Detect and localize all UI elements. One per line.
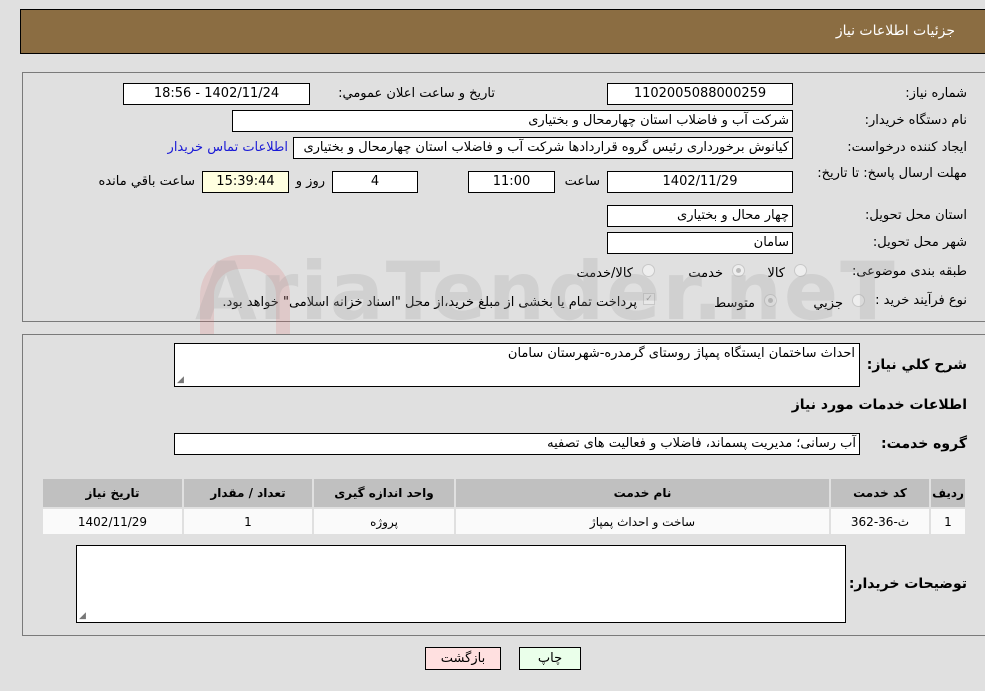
need-info-panel: شماره نیاز: 1102005088000259 تاریخ و ساع… <box>22 72 985 322</box>
col-row-number: ردیف <box>929 477 967 509</box>
category-option-service: خدمت <box>688 266 723 281</box>
remaining-label: ساعت باقي مانده <box>98 174 195 189</box>
purchase-radio-medium[interactable] <box>764 294 777 307</box>
cell-service-code: ث-36-362 <box>829 507 931 536</box>
description-text: احداث ساختمان ایستگاه پمپاژ روستای گرمدر… <box>507 346 855 361</box>
page-header: جزئیات اطلاعات نیاز <box>20 9 985 54</box>
resize-handle-icon[interactable]: ◢ <box>79 611 86 621</box>
services-title: اطلاعات خدمات مورد نیاز <box>791 397 967 413</box>
table-row: 1 ث-36-362 ساخت و احداث پمپاژ پروژه 1 14… <box>41 507 967 536</box>
resize-handle-icon[interactable]: ◢ <box>177 375 184 385</box>
buyer-notes-textarea[interactable]: ◢ <box>76 545 846 623</box>
category-label: طبقه بندی موضوعی: <box>851 264 967 279</box>
purchase-type-label: نوع فرآیند خرید : <box>875 293 967 308</box>
need-details-panel: شرح کلي نياز: احداث ساختمان ایستگاه پمپا… <box>22 334 985 636</box>
print-button[interactable]: چاپ <box>519 647 581 670</box>
category-option-goods: کالا <box>767 266 785 281</box>
description-textarea[interactable]: احداث ساختمان ایستگاه پمپاژ روستای گرمدر… <box>174 343 860 387</box>
requester-label: ایجاد کننده درخواست: <box>847 140 967 155</box>
category-radio-goods-service[interactable] <box>642 264 655 277</box>
back-button[interactable]: بازگشت <box>425 647 501 670</box>
purchase-option-medium: متوسط <box>714 296 755 311</box>
col-service-name: نام خدمت <box>454 477 831 509</box>
col-need-date: تاریخ نیاز <box>41 477 184 509</box>
col-service-code: کد خدمت <box>829 477 931 509</box>
cell-quantity: 1 <box>182 507 314 536</box>
city-field: سامان <box>607 232 793 254</box>
page-title: جزئیات اطلاعات نیاز <box>835 23 955 39</box>
cell-service-name: ساخت و احداث پمپاژ <box>454 507 831 536</box>
deadline-time-label: ساعت <box>564 174 600 189</box>
province-label: استان محل تحویل: <box>865 208 967 223</box>
buyer-notes-label: توضیحات خریدار: <box>848 576 967 592</box>
cell-unit: پروژه <box>312 507 456 536</box>
purchase-radio-minor[interactable] <box>852 294 865 307</box>
remaining-time-field: 15:39:44 <box>202 171 289 193</box>
category-radio-service[interactable] <box>732 264 745 277</box>
treasury-checkbox[interactable]: ✓ <box>643 293 655 305</box>
deadline-date-field: 1402/11/29 <box>607 171 793 193</box>
buyer-org-field: شرکت آب و فاضلاب استان چهارمحال و بختیار… <box>232 110 793 132</box>
cell-need-date: 1402/11/29 <box>41 507 184 536</box>
treasury-note: پرداخت تمام یا بخشی از مبلغ خرید،از محل … <box>222 295 637 310</box>
col-unit: واحد اندازه گیری <box>312 477 456 509</box>
table-header-row: ردیف کد خدمت نام خدمت واحد اندازه گیری ت… <box>41 477 967 509</box>
service-group-label: گروه خدمت: <box>881 436 967 452</box>
purchase-option-minor: جزيي <box>813 296 843 311</box>
deadline-time-field: 11:00 <box>468 171 555 193</box>
category-radio-goods[interactable] <box>794 264 807 277</box>
city-label: شهر محل تحویل: <box>872 235 967 250</box>
remaining-days-field: 4 <box>332 171 418 193</box>
category-option-goods-service: کالا/خدمت <box>576 266 633 281</box>
buyer-contact-link[interactable]: اطلاعات تماس خریدار <box>168 140 288 155</box>
cell-row-number: 1 <box>929 507 967 536</box>
requester-field: کیانوش برخورداری رئیس گروه قراردادها شرک… <box>293 137 793 159</box>
description-label: شرح کلي نياز: <box>866 357 967 373</box>
announce-datetime-label: تاریخ و ساعت اعلان عمومي: <box>338 86 495 101</box>
province-field: چهار محال و بختیاری <box>607 205 793 227</box>
deadline-label: مهلت ارسال پاسخ: تا تاریخ: <box>817 166 967 181</box>
announce-datetime-field: 1402/11/24 - 18:56 <box>123 83 310 105</box>
buyer-org-label: نام دستگاه خريدار: <box>864 113 967 128</box>
service-group-field: آب رسانی؛ مدیریت پسماند، فاضلاب و فعالیت… <box>174 433 860 455</box>
days-label: روز و <box>295 174 325 189</box>
need-number-field: 1102005088000259 <box>607 83 793 105</box>
services-table: ردیف کد خدمت نام خدمت واحد اندازه گیری ت… <box>41 477 967 536</box>
need-number-label: شماره نیاز: <box>905 86 967 101</box>
col-quantity: تعداد / مقدار <box>182 477 314 509</box>
